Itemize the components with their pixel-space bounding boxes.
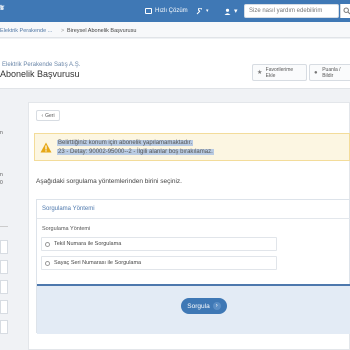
wrench-icon <box>196 7 202 14</box>
chevron-left-icon: ‹ <box>41 112 44 119</box>
warning-icon <box>40 142 52 153</box>
panel-title: Sorgulama Yöntemi <box>42 206 95 212</box>
sidebar-text: n <box>0 130 3 136</box>
query-submit-button[interactable]: Sorgula › <box>181 298 227 314</box>
user-icon <box>224 8 231 15</box>
alert-line-1: Belirttiğiniz konum için abonelik yapıla… <box>57 140 194 146</box>
left-sidebar: n n 0 <box>0 90 28 350</box>
tools-dropdown[interactable]: ▾ <box>196 5 209 17</box>
alert-line-2: 23 - Detay: 90002-95000--2 - İlgili alan… <box>57 149 214 155</box>
radio-button[interactable] <box>45 241 50 247</box>
warning-alert: Belirttiğiniz konum için abonelik yapıla… <box>34 133 350 161</box>
option-label: Tekil Numara ile Sorgulama <box>54 241 122 247</box>
chevron-right-icon: › <box>212 302 221 310</box>
logo-superscript: tr <box>0 5 5 11</box>
briefcase-icon <box>145 8 152 14</box>
quick-solution-button[interactable]: Hızlı Çözüm <box>145 5 188 17</box>
search-icon <box>343 7 350 15</box>
top-navigation-bar: s tr Hızlı Çözüm ▾ ▾ Size nasıl yardım ed… <box>0 0 350 22</box>
sidebar-text: 0 <box>0 180 3 186</box>
feedback-label: Puanla / Bildir <box>322 66 341 79</box>
star-icon: ★ <box>257 69 263 76</box>
page-title: Abonelik Başvurusu <box>0 69 80 79</box>
feedback-button[interactable]: ● Puanla / Bildir <box>309 64 350 81</box>
sidebar-item[interactable] <box>0 260 8 274</box>
user-menu[interactable]: ▾ <box>224 5 238 17</box>
search-button[interactable] <box>340 4 350 18</box>
option-meter-serial[interactable]: Sayaç Seri Numarası ile Sorgulama <box>41 256 277 270</box>
submit-label: Sorgula <box>187 302 210 310</box>
add-favorite-button[interactable]: ★ Favorilerime Ekle <box>252 64 307 81</box>
quick-solution-label: Hızlı Çözüm <box>155 8 188 14</box>
page-header: Elektrik Perakende Satış A.Ş. Abonelik B… <box>0 39 350 89</box>
method-label: Sorgulama Yöntemi <box>42 226 91 232</box>
sidebar-item[interactable] <box>0 240 8 254</box>
breadcrumb-separator: > <box>61 28 65 34</box>
company-name: Elektrik Perakende Satış A.Ş. <box>2 62 81 68</box>
chevron-down-icon: ▾ <box>234 8 238 15</box>
search-input[interactable]: Size nasıl yardım edebilirim <box>244 4 339 18</box>
add-favorite-label: Favorilerime Ekle <box>265 66 294 79</box>
option-label: Sayaç Seri Numarası ile Sorgulama <box>54 260 142 266</box>
logo-fragment[interactable]: s tr <box>0 5 12 15</box>
chevron-down-icon: ▾ <box>206 8 209 14</box>
sidebar-item[interactable] <box>0 280 8 294</box>
back-button[interactable]: ‹ Geri <box>36 110 60 121</box>
sidebar-item[interactable] <box>0 320 8 334</box>
breadcrumb-item-current: Bireysel Abonelik Başvurusu <box>67 28 137 34</box>
panel-divider <box>37 218 350 219</box>
option-single-number[interactable]: Tekil Numara ile Sorgulama <box>41 237 277 251</box>
radio-button[interactable] <box>45 260 50 266</box>
sidebar-divider <box>0 226 8 227</box>
instruction-text: Aşağıdaki sorgulama yöntemlerinden birin… <box>36 178 182 185</box>
breadcrumb-item-company[interactable]: Elektrik Perakende ... <box>0 28 52 34</box>
sidebar-text: n <box>0 172 3 178</box>
query-method-panel: Sorgulama Yöntemi Sorgulama Yöntemi Teki… <box>36 199 350 334</box>
sidebar-item[interactable] <box>0 300 8 314</box>
breadcrumb: Elektrik Perakende ... > Bireysel Abonel… <box>0 22 350 38</box>
back-button-label: Geri <box>45 112 55 119</box>
speech-bubble-icon: ● <box>314 69 318 76</box>
submit-area: Sorgula › <box>37 284 350 334</box>
